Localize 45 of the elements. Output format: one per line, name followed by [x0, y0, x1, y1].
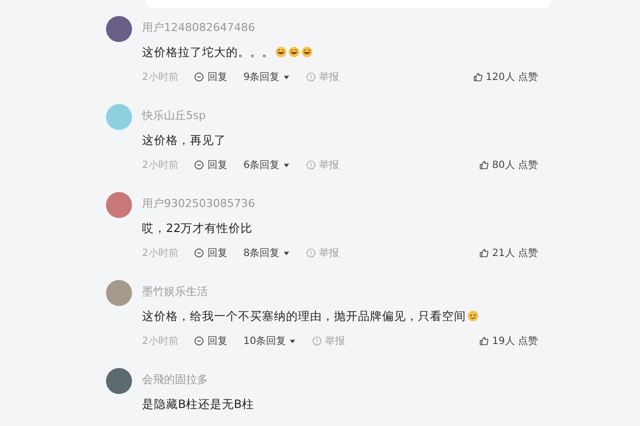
- comment-icon: [194, 336, 204, 346]
- like-button[interactable]: 80人 点赞: [479, 158, 538, 172]
- like-button[interactable]: 120人 点赞: [472, 70, 538, 84]
- comment-text: 哎，22万才有性价比: [142, 220, 253, 236]
- reply-button[interactable]: 回复: [194, 246, 228, 260]
- avatar[interactable]: [106, 16, 132, 42]
- caret-icon: [289, 338, 296, 344]
- comment-icon: [194, 72, 204, 82]
- comment-icon: [194, 160, 204, 170]
- timestamp: 2小时前: [142, 334, 178, 348]
- thumbs-up-icon: [472, 72, 483, 82]
- comment-text: 是隐藏B柱还是无B柱: [142, 396, 254, 412]
- avatar[interactable]: [106, 280, 132, 306]
- thumbs-up-icon: [479, 248, 490, 258]
- avatar[interactable]: [106, 192, 132, 218]
- smiling-emoji-icon: [467, 310, 479, 322]
- replies-toggle[interactable]: 9条回复: [243, 70, 290, 84]
- comment-text: 这价格拉了坨大的。。。: [142, 44, 274, 60]
- timestamp: 2小时前: [142, 246, 178, 260]
- caret-icon: [282, 162, 290, 168]
- replies-toggle[interactable]: 10条回复: [243, 334, 296, 348]
- laughing-emoji-icon: [288, 46, 300, 58]
- comment-text: 这价格，再见了: [142, 132, 226, 148]
- laughing-emoji-icon: [275, 46, 287, 58]
- warning-icon: [306, 160, 316, 170]
- caret-icon: [282, 74, 290, 80]
- comment-text: 这价格，给我一个不买塞纳的理由，抛开品牌偏见，只看空间: [142, 308, 466, 324]
- caret-icon: [282, 250, 290, 256]
- warning-icon: [306, 72, 316, 82]
- replies-toggle[interactable]: 6条回复: [243, 158, 290, 172]
- warning-icon: [306, 248, 316, 258]
- replies-toggle[interactable]: 8条回复: [243, 246, 290, 260]
- timestamp: 2小时前: [142, 70, 178, 84]
- thumbs-up-icon: [479, 160, 490, 170]
- reply-button[interactable]: 回复: [194, 158, 228, 172]
- reply-button[interactable]: 回复: [194, 70, 228, 84]
- like-button[interactable]: 19人 点赞: [479, 334, 538, 348]
- comment-icon: [194, 248, 204, 258]
- warning-icon: [312, 336, 322, 346]
- like-button[interactable]: 21人 点赞: [479, 246, 538, 260]
- timestamp: 2小时前: [142, 158, 178, 172]
- thumbs-up-icon: [479, 336, 490, 346]
- laughing-emoji-icon: [301, 46, 313, 58]
- reply-button[interactable]: 回复: [194, 334, 228, 348]
- avatar[interactable]: [106, 368, 132, 394]
